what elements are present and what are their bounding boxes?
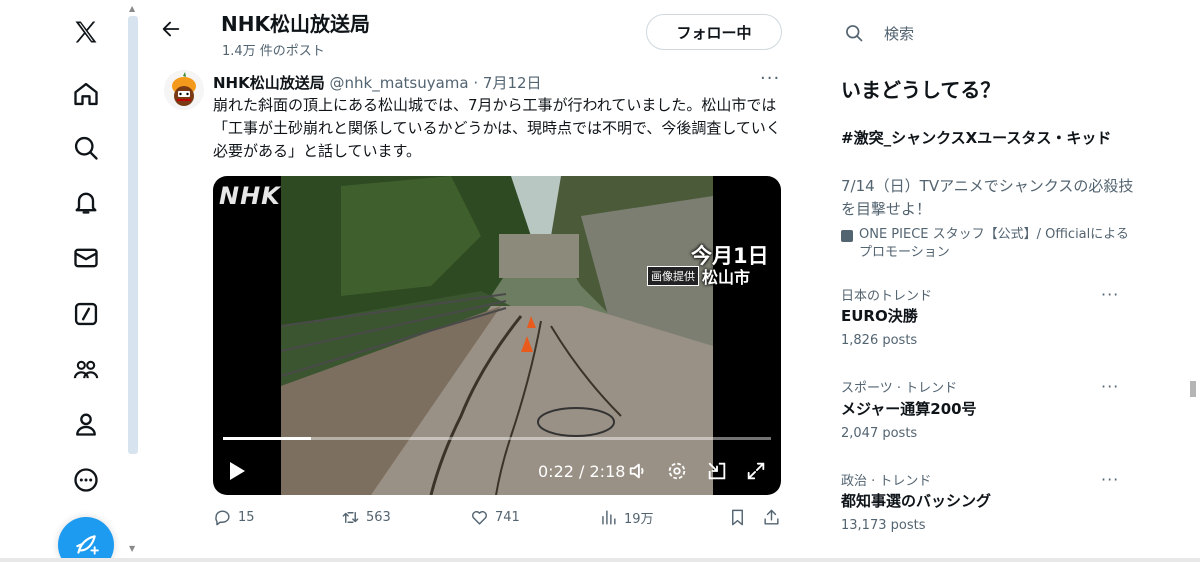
trend-category: 政治 · トレンド: [841, 474, 932, 489]
trends-title: いまどうしてる？: [841, 78, 1001, 102]
left-nav: ▲ ▼: [0, 0, 140, 562]
settings-gear-icon[interactable]: [666, 460, 688, 482]
mail-icon[interactable]: [68, 240, 104, 276]
repost-count: 563: [366, 510, 391, 525]
tweet-author-name[interactable]: NHK松山放送局: [213, 74, 325, 92]
volume-icon[interactable]: [627, 460, 649, 482]
avatar[interactable]: [164, 70, 204, 110]
tweet-header: NHK松山放送局 @nhk_matsuyama · 7月12日: [213, 72, 542, 93]
promoted-by-text: ONE PIECE スタッフ【公式】/ Officialによるプロモーション: [859, 227, 1129, 260]
right-sidebar: 検索 いまどうしてる？ #激突_シャンクスXユースタス・キッド 7/14（日）T…: [800, 0, 1200, 562]
video-caption-source-label: 画像提供: [647, 266, 699, 286]
bookmark-icon[interactable]: [728, 508, 747, 527]
compose-icon[interactable]: [58, 517, 114, 562]
search-nav-icon[interactable]: [68, 130, 104, 166]
communities-icon[interactable]: [68, 352, 104, 388]
more-icon[interactable]: [68, 462, 104, 498]
following-button[interactable]: フォロー中: [646, 14, 782, 50]
reply-count: 15: [238, 510, 255, 525]
tweet-more-icon[interactable]: ···: [760, 68, 780, 89]
trend-posts: 13,173 posts: [841, 518, 926, 533]
bottom-divider: [0, 558, 1200, 562]
trend-name[interactable]: 都知事選のバッシング: [841, 490, 991, 511]
promoted-trend-headline[interactable]: #激突_シャンクスXユースタス・キッド: [841, 127, 1141, 149]
video-caption-source: 画像提供 松山市: [647, 266, 751, 287]
trend-more-icon[interactable]: ···: [1101, 285, 1119, 304]
promoted-trend-description[interactable]: 7/14（日）TVアニメでシャンクスの必殺技を目撃せよ！: [841, 175, 1141, 221]
repost-icon: [342, 512, 359, 523]
page-title: NHK松山放送局: [221, 12, 370, 36]
promoted-by[interactable]: ONE PIECE スタッフ【公式】/ Officialによるプロモーション: [841, 226, 1141, 262]
trend-category: 日本のトレンド: [841, 289, 933, 304]
video-time: 0:22 / 2:18: [538, 462, 626, 481]
tweet-actions: 15 563 741 19万: [213, 508, 783, 532]
video-frame: [281, 176, 713, 495]
trend-name[interactable]: メジャー通算200号: [841, 398, 977, 419]
home-icon[interactable]: [68, 76, 104, 112]
heart-icon: [472, 511, 487, 525]
scroll-down-arrow[interactable]: ▼: [129, 544, 135, 553]
reply-button[interactable]: 15: [213, 508, 255, 527]
reply-icon: [215, 510, 230, 526]
x-logo-icon[interactable]: [68, 14, 104, 50]
video-caption-source-name: 松山市: [702, 268, 751, 287]
views-button[interactable]: 19万: [599, 508, 654, 527]
views-icon: [602, 510, 616, 525]
repost-button[interactable]: 563: [341, 508, 391, 527]
video-player[interactable]: NHK 今月1日 画像提供 松山市 0:22 / 2:18: [213, 176, 781, 495]
nav-scrollbar[interactable]: [128, 16, 138, 454]
views-count: 19万: [624, 512, 654, 527]
pip-icon[interactable]: [706, 460, 728, 482]
tweet-author-handle[interactable]: @nhk_matsuyama: [330, 74, 469, 92]
trend-name[interactable]: EURO決勝: [841, 305, 918, 326]
post-count: 1.4万 件のポスト: [222, 44, 325, 59]
bell-icon[interactable]: [68, 184, 104, 220]
trend-more-icon[interactable]: ···: [1101, 377, 1119, 396]
like-button[interactable]: 741: [470, 508, 520, 527]
trend-posts: 2,047 posts: [841, 426, 918, 441]
grok-icon[interactable]: [68, 296, 104, 332]
search-icon: [846, 25, 863, 42]
tweet-date[interactable]: · 7月12日: [473, 74, 541, 92]
trend-category: スポーツ · トレンド: [841, 381, 958, 396]
share-icon[interactable]: [762, 508, 781, 527]
search-box[interactable]: 検索: [840, 16, 1160, 50]
tweet-text: 崩れた斜面の頂上にある松山城では、7月から工事が行われていました。松山市では「工…: [213, 96, 781, 160]
nhk-logo: NHK: [219, 182, 281, 210]
promoted-icon: [841, 230, 853, 242]
fullscreen-icon[interactable]: [745, 460, 767, 482]
play-icon[interactable]: [227, 460, 247, 482]
profile-icon[interactable]: [68, 406, 104, 442]
like-count: 741: [495, 510, 520, 525]
main-column: NHK松山放送局 1.4万 件のポスト フォロー中 NHK松山放送局 @nhk_…: [140, 0, 800, 562]
page-scrollbar[interactable]: [1190, 381, 1196, 397]
search-input[interactable]: 検索: [884, 23, 914, 44]
video-progress-fill: [223, 437, 311, 440]
back-arrow-icon[interactable]: [160, 18, 186, 44]
trend-posts: 1,826 posts: [841, 333, 918, 348]
scroll-up-arrow[interactable]: ▲: [129, 4, 135, 13]
video-progress-bar[interactable]: [223, 437, 771, 440]
trend-more-icon[interactable]: ···: [1101, 470, 1119, 489]
